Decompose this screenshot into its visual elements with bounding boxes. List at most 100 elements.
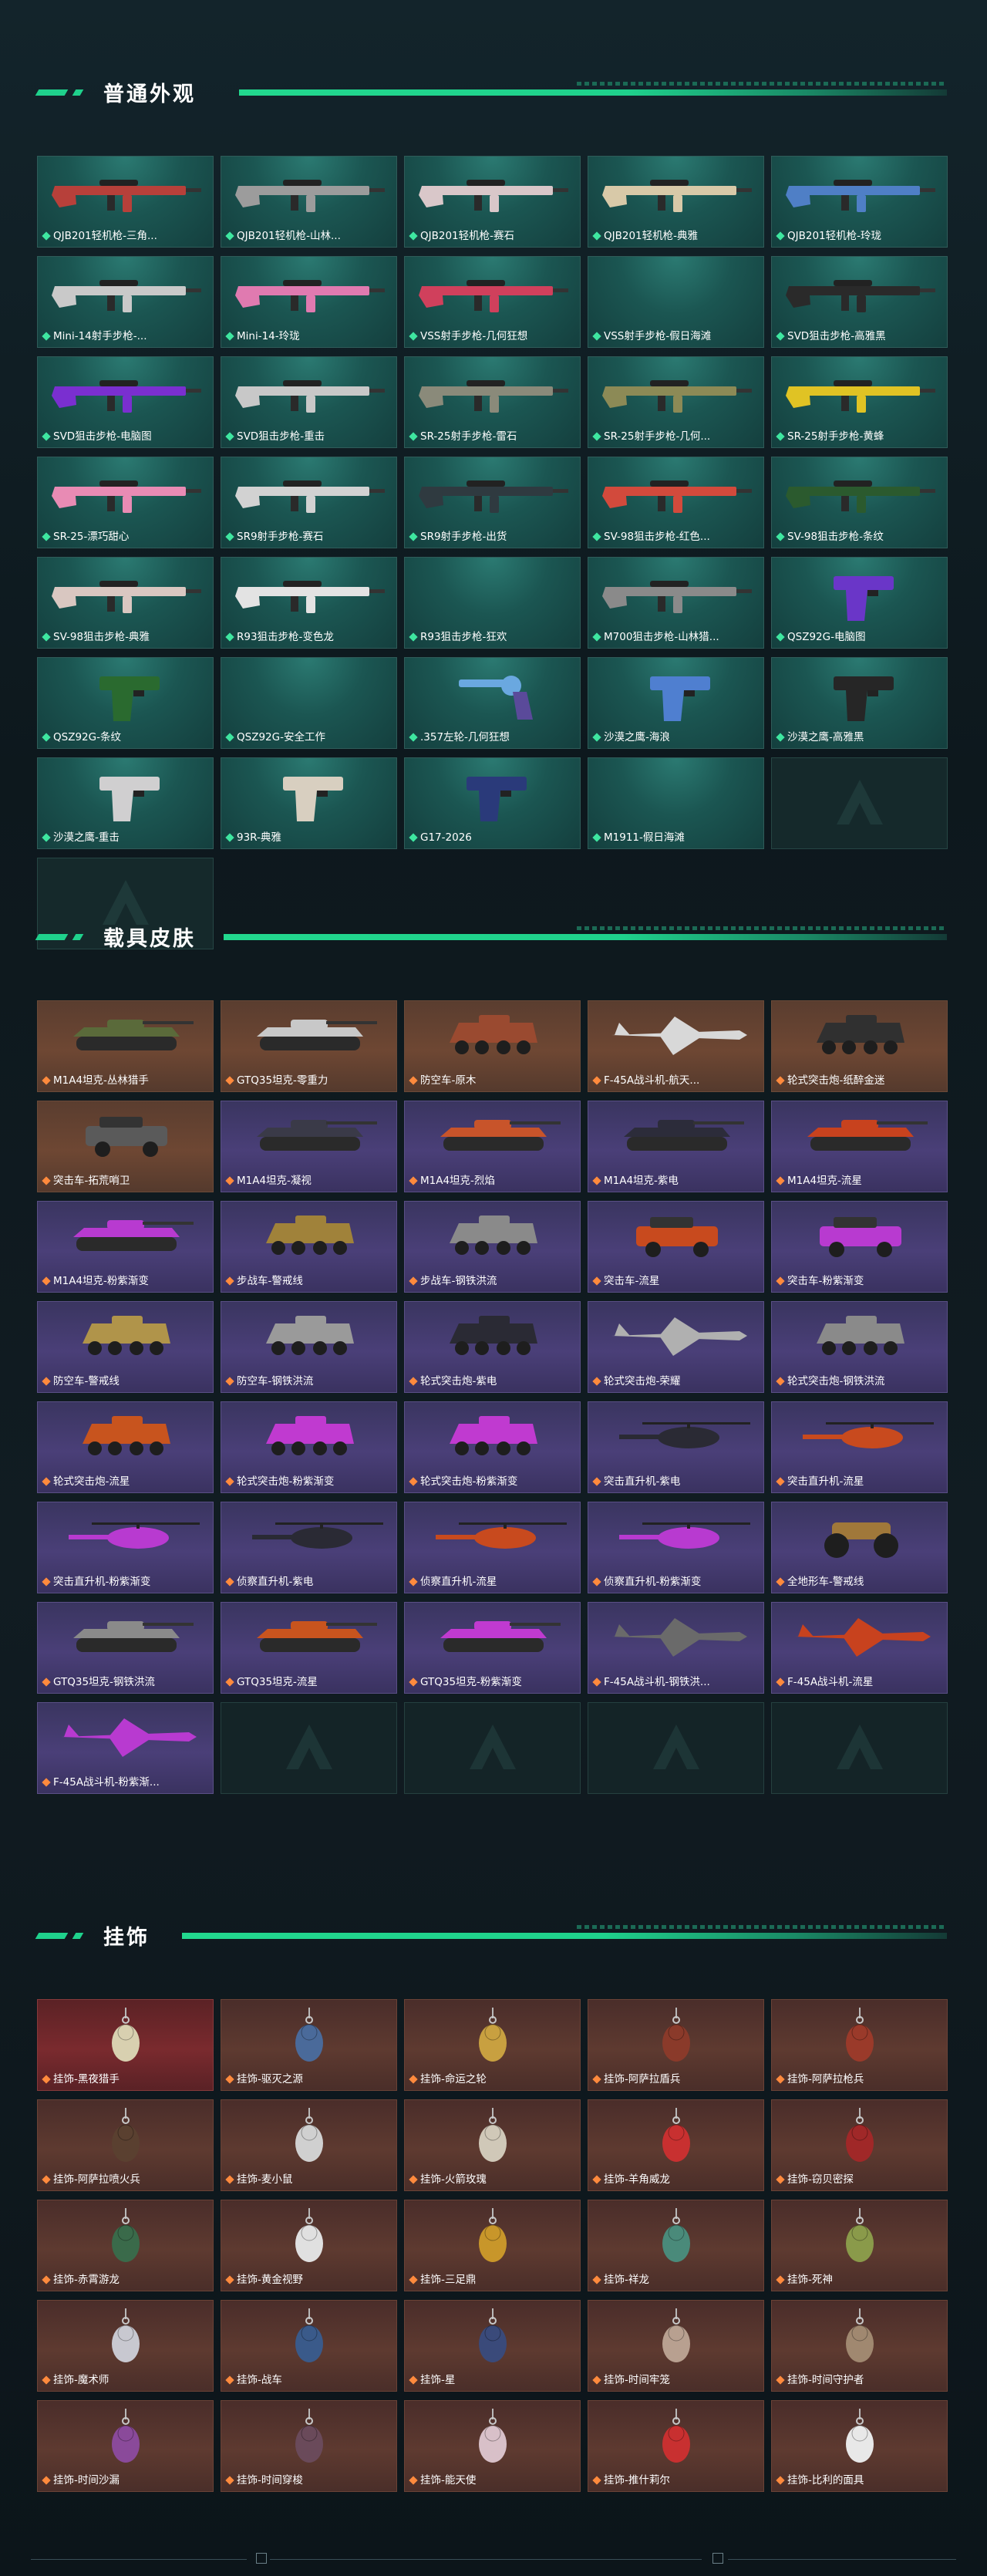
skin-card[interactable]: VSS射手步枪-几何狂想 xyxy=(404,256,581,348)
skin-card[interactable]: R93狙击步枪-变色龙 xyxy=(221,557,397,649)
skin-card[interactable]: SR-25射手步枪-黄蜂 xyxy=(771,356,948,448)
skin-card[interactable]: 挂饰-死神 xyxy=(771,2200,948,2291)
skin-card[interactable]: 沙漠之鹰-海浪 xyxy=(588,657,764,749)
skin-card[interactable]: 挂饰-祥龙 xyxy=(588,2200,764,2291)
skin-card[interactable]: M1A4坦克-凝视 xyxy=(221,1101,397,1192)
skin-card[interactable]: M700狙击步枪-山林猎... xyxy=(588,557,764,649)
skin-card[interactable]: F-45A战斗机-粉紫渐... xyxy=(37,1702,214,1794)
skin-card[interactable]: SVD狙击步枪-电脑图 xyxy=(37,356,214,448)
skin-card[interactable]: G17-2026 xyxy=(404,757,581,849)
skin-card[interactable]: 挂饰-黄金视野 xyxy=(221,2200,397,2291)
skin-card[interactable]: 沙漠之鹰-高雅黑 xyxy=(771,657,948,749)
skin-card[interactable]: 沙漠之鹰-重击 xyxy=(37,757,214,849)
skin-card[interactable]: M1911-假日海滩 xyxy=(588,757,764,849)
skin-card[interactable]: QSZ92G-安全工作 xyxy=(221,657,397,749)
skin-card[interactable]: 挂饰-时间穿梭 xyxy=(221,2400,397,2492)
skin-card[interactable]: GTQ35坦克-钢铁洪流 xyxy=(37,1602,214,1694)
skin-card[interactable]: SR-25射手步枪-雷石 xyxy=(404,356,581,448)
skin-card[interactable]: 突击直升机-紫电 xyxy=(588,1401,764,1493)
skin-name: F-45A战斗机-粉紫渐... xyxy=(53,1776,160,1789)
skin-card[interactable]: GTQ35坦克-零重力 xyxy=(221,1000,397,1092)
skin-card[interactable]: 挂饰-推什莉尔 xyxy=(588,2400,764,2492)
skin-card[interactable]: 挂饰-时间沙漏 xyxy=(37,2400,214,2492)
skin-card[interactable]: 挂饰-时间守护者 xyxy=(771,2300,948,2392)
skin-card[interactable]: M1A4坦克-流星 xyxy=(771,1101,948,1192)
skin-card[interactable]: 挂饰-羊角威龙 xyxy=(588,2099,764,2191)
skin-card[interactable]: R93狙击步枪-狂欢 xyxy=(404,557,581,649)
skin-card[interactable]: 轮式突击炮-粉紫渐变 xyxy=(221,1401,397,1493)
skin-card[interactable]: 挂饰-三足鼎 xyxy=(404,2200,581,2291)
skin-card[interactable]: QJB201轻机枪-三角... xyxy=(37,156,214,248)
skin-card[interactable]: 挂饰-命运之轮 xyxy=(404,1999,581,2091)
skin-card[interactable]: 突击车-粉紫渐变 xyxy=(771,1201,948,1293)
header-accent-left xyxy=(35,1933,69,1939)
pistol-icon xyxy=(650,676,710,721)
skin-card[interactable]: 侦察直升机-流星 xyxy=(404,1502,581,1593)
skin-card[interactable]: 挂饰-战车 xyxy=(221,2300,397,2392)
skin-card[interactable]: SV-98狙击步枪-红色... xyxy=(588,457,764,548)
skin-card[interactable]: 挂饰-比利的面具 xyxy=(771,2400,948,2492)
skin-card[interactable]: QJB201轻机枪-山林... xyxy=(221,156,397,248)
skin-card[interactable]: 突击直升机-粉紫渐变 xyxy=(37,1502,214,1593)
skin-card[interactable]: GTQ35坦克-流星 xyxy=(221,1602,397,1694)
skin-card[interactable]: 步战车-钢铁洪流 xyxy=(404,1201,581,1293)
skin-card[interactable]: 突击车-流星 xyxy=(588,1201,764,1293)
skin-card[interactable]: 挂饰-魔术师 xyxy=(37,2300,214,2392)
skin-card[interactable]: 突击车-拓荒哨卫 xyxy=(37,1101,214,1192)
skin-card[interactable]: 轮式突击炮-钢铁洪流 xyxy=(771,1301,948,1393)
skin-card[interactable]: QJB201轻机枪-典雅 xyxy=(588,156,764,248)
skin-card[interactable]: 轮式突击炮-荣耀 xyxy=(588,1301,764,1393)
skin-card[interactable]: Mini-14-玲珑 xyxy=(221,256,397,348)
skin-card[interactable]: 防空车-原木 xyxy=(404,1000,581,1092)
rarity-diamond-icon xyxy=(776,1577,785,1586)
skin-card[interactable]: Mini-14射手步枪-... xyxy=(37,256,214,348)
skin-card[interactable]: 93R-典雅 xyxy=(221,757,397,849)
skin-card[interactable]: 挂饰-时间牢笼 xyxy=(588,2300,764,2392)
skin-card[interactable]: 挂饰-星 xyxy=(404,2300,581,2392)
skin-card[interactable]: QJB201轻机枪-玲珑 xyxy=(771,156,948,248)
skin-card[interactable]: SV-98狙击步枪-典雅 xyxy=(37,557,214,649)
skin-card[interactable]: 挂饰-能天使 xyxy=(404,2400,581,2492)
skin-card[interactable]: .357左轮-几何狂想 xyxy=(404,657,581,749)
skin-card[interactable]: M1A4坦克-烈焰 xyxy=(404,1101,581,1192)
skin-card[interactable]: QJB201轻机枪-赛石 xyxy=(404,156,581,248)
skin-card[interactable]: 防空车-警戒线 xyxy=(37,1301,214,1393)
skin-card[interactable]: 挂饰-麦小鼠 xyxy=(221,2099,397,2191)
skin-card[interactable]: M1A4坦克-紫电 xyxy=(588,1101,764,1192)
skin-card[interactable]: QSZ92G-条纹 xyxy=(37,657,214,749)
skin-card[interactable]: SR-25-漂巧甜心 xyxy=(37,457,214,548)
skin-card[interactable]: 轮式突击炮-流星 xyxy=(37,1401,214,1493)
skin-card[interactable]: GTQ35坦克-粉紫渐变 xyxy=(404,1602,581,1694)
skin-card[interactable]: 轮式突击炮-紫电 xyxy=(404,1301,581,1393)
skin-card[interactable]: 挂饰-阿萨拉盾兵 xyxy=(588,1999,764,2091)
skin-card[interactable]: 挂饰-窃贝密探 xyxy=(771,2099,948,2191)
skin-card[interactable]: 挂饰-火箭玫瑰 xyxy=(404,2099,581,2191)
skin-card[interactable]: SR-25射手步枪-几何... xyxy=(588,356,764,448)
skin-card[interactable]: M1A4坦克-丛林猎手 xyxy=(37,1000,214,1092)
skin-card[interactable]: 防空车-钢铁洪流 xyxy=(221,1301,397,1393)
skin-card[interactable]: SV-98狙击步枪-条纹 xyxy=(771,457,948,548)
skin-card[interactable]: F-45A战斗机-航天... xyxy=(588,1000,764,1092)
skin-card[interactable]: F-45A战斗机-流星 xyxy=(771,1602,948,1694)
skin-card[interactable]: 挂饰-阿萨拉枪兵 xyxy=(771,1999,948,2091)
skin-card[interactable]: SR9射手步枪-赛石 xyxy=(221,457,397,548)
skin-card[interactable]: 挂饰-赤霄游龙 xyxy=(37,2200,214,2291)
skin-card[interactable]: 挂饰-阿萨拉喷火兵 xyxy=(37,2099,214,2191)
skin-card[interactable]: 挂饰-驱灭之源 xyxy=(221,1999,397,2091)
skin-card[interactable]: 轮式突击炮-粉紫渐变 xyxy=(404,1401,581,1493)
skin-card[interactable]: SVD狙击步枪-高雅黑 xyxy=(771,256,948,348)
skin-card[interactable]: 步战车-警戒线 xyxy=(221,1201,397,1293)
skin-card[interactable]: SR9射手步枪-出货 xyxy=(404,457,581,548)
skin-name: M1A4坦克-丛林猎手 xyxy=(53,1074,149,1087)
skin-card[interactable]: SVD狙击步枪-重击 xyxy=(221,356,397,448)
skin-card[interactable]: 突击直升机-流星 xyxy=(771,1401,948,1493)
skin-card[interactable]: QSZ92G-电脑图 xyxy=(771,557,948,649)
skin-card[interactable]: 轮式突击炮-纸醉金迷 xyxy=(771,1000,948,1092)
skin-card[interactable]: 全地形车-警戒线 xyxy=(771,1502,948,1593)
skin-card[interactable]: 侦察直升机-紫电 xyxy=(221,1502,397,1593)
skin-card[interactable]: F-45A战斗机-钢铁洪... xyxy=(588,1602,764,1694)
skin-card[interactable]: 侦察直升机-粉紫渐变 xyxy=(588,1502,764,1593)
skin-card[interactable]: VSS射手步枪-假日海滩 xyxy=(588,256,764,348)
skin-card[interactable]: 挂饰-黑夜猎手 xyxy=(37,1999,214,2091)
skin-card[interactable]: M1A4坦克-粉紫渐变 xyxy=(37,1201,214,1293)
